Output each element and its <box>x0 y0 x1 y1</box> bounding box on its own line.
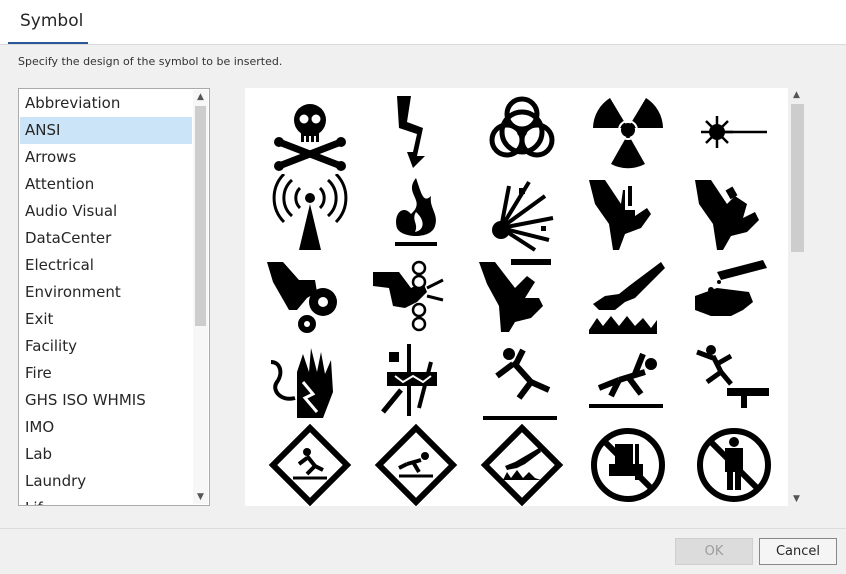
category-item[interactable]: Attention <box>20 171 192 198</box>
dialog-footer: OK Cancel <box>0 528 846 574</box>
radio-frequency-icon[interactable] <box>267 174 353 256</box>
category-item[interactable]: Lab <box>20 441 192 468</box>
slip-warning-diamond-icon[interactable] <box>267 424 353 506</box>
category-item[interactable]: Environment <box>20 279 192 306</box>
category-item[interactable]: Audio Visual <box>20 198 192 225</box>
flammable-icon[interactable] <box>373 174 459 256</box>
no-forklift-icon[interactable] <box>585 424 671 506</box>
electrical-arc-icon[interactable] <box>373 342 459 424</box>
slippery-floor-icon[interactable] <box>479 342 565 424</box>
category-item[interactable]: Fire <box>20 360 192 387</box>
instruction-text: Specify the design of the symbol to be i… <box>18 55 283 68</box>
skull-and-crossbones-icon[interactable] <box>267 92 353 174</box>
category-item[interactable]: Abbreviation <box>20 90 192 117</box>
trip-warning-diamond-icon[interactable] <box>373 424 459 506</box>
hand-hazard-diamond-icon[interactable] <box>479 424 565 506</box>
scroll-up-icon[interactable]: ▲ <box>788 88 805 102</box>
scroll-up-icon[interactable]: ▲ <box>193 90 208 104</box>
category-item[interactable]: Exit <box>20 306 192 333</box>
category-item[interactable]: Arrows <box>20 144 192 171</box>
category-item[interactable]: DataCenter <box>20 225 192 252</box>
category-item[interactable]: Lif <box>20 495 192 505</box>
hand-roller-entanglement-icon[interactable] <box>373 258 459 340</box>
category-item[interactable]: IMO <box>20 414 192 441</box>
tab-bar: Symbol <box>0 0 846 45</box>
fall-hazard-icon[interactable] <box>691 342 777 424</box>
symbol-grid <box>245 88 788 506</box>
scroll-down-icon[interactable]: ▼ <box>193 490 208 504</box>
symbol-scrollbar[interactable]: ▲ ▼ <box>788 88 805 506</box>
corrosive-hand-icon[interactable] <box>585 258 671 340</box>
tab-symbol[interactable]: Symbol <box>8 0 88 44</box>
cancel-button[interactable]: Cancel <box>759 538 837 565</box>
symbol-gallery: ▲ ▼ <box>245 88 805 506</box>
tab-active-indicator <box>8 42 88 44</box>
category-item[interactable]: Electrical <box>20 252 192 279</box>
no-pedestrian-icon[interactable] <box>691 424 777 506</box>
category-item-selected[interactable]: ANSI <box>20 117 192 144</box>
category-item[interactable]: GHS ISO WHMIS <box>20 387 192 414</box>
category-item[interactable]: Facility <box>20 333 192 360</box>
laser-icon[interactable] <box>691 92 777 174</box>
radiation-icon[interactable] <box>585 92 671 174</box>
scroll-down-icon[interactable]: ▼ <box>788 492 805 506</box>
category-item[interactable]: Laundry <box>20 468 192 495</box>
high-voltage-icon[interactable] <box>373 92 459 174</box>
trip-hazard-icon[interactable] <box>585 342 671 424</box>
explosive-icon[interactable] <box>479 174 565 256</box>
scroll-thumb[interactable] <box>791 104 804 252</box>
hand-cut-icon[interactable] <box>479 258 565 340</box>
category-list[interactable]: Abbreviation ANSI Arrows Attention Audio… <box>18 88 210 506</box>
tab-symbol-label: Symbol <box>20 11 84 31</box>
hand-crush-top-icon[interactable] <box>585 174 671 256</box>
ok-button[interactable]: OK <box>675 538 753 565</box>
hand-gear-entanglement-icon[interactable] <box>267 258 353 340</box>
hand-electric-shock-icon[interactable] <box>267 342 353 424</box>
scroll-thumb[interactable] <box>195 106 206 326</box>
corrosive-skin-icon[interactable] <box>691 258 777 340</box>
biohazard-icon[interactable] <box>479 92 565 174</box>
category-scrollbar[interactable]: ▲ ▼ <box>193 90 208 504</box>
hand-crush-side-icon[interactable] <box>691 174 777 256</box>
